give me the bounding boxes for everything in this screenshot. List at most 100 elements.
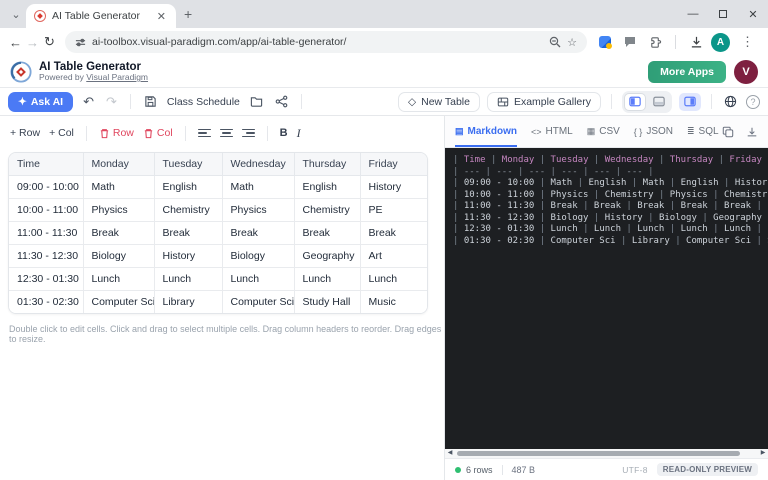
undo-icon[interactable]: ↶ bbox=[81, 94, 96, 110]
more-apps-button[interactable]: More Apps bbox=[648, 61, 726, 83]
copy-icon[interactable] bbox=[722, 126, 734, 138]
table-cell[interactable]: Physics bbox=[222, 199, 294, 222]
save-icon[interactable] bbox=[142, 95, 159, 108]
add-row-button[interactable]: + Row bbox=[10, 127, 40, 139]
table-cell[interactable]: Art bbox=[360, 245, 428, 268]
split-vertical-icon[interactable] bbox=[624, 93, 646, 111]
table-cell[interactable]: Break bbox=[83, 222, 154, 245]
window-minimize-icon[interactable]: — bbox=[678, 3, 708, 25]
table-cell[interactable]: History bbox=[360, 176, 428, 199]
ask-ai-button[interactable]: ✦ Ask AI bbox=[8, 92, 73, 112]
scrollbar-track[interactable] bbox=[455, 449, 758, 458]
table-cell[interactable]: Break bbox=[294, 222, 360, 245]
example-gallery-button[interactable]: Example Gallery bbox=[487, 92, 601, 112]
language-globe-icon[interactable] bbox=[722, 95, 739, 108]
user-avatar[interactable]: V bbox=[734, 60, 758, 84]
tab-html[interactable]: <>HTML bbox=[531, 116, 573, 147]
table-cell[interactable]: Computer Sci bbox=[222, 291, 294, 314]
column-header[interactable]: Monday bbox=[83, 153, 154, 176]
share-icon[interactable] bbox=[273, 95, 290, 108]
align-right-icon[interactable] bbox=[242, 129, 255, 138]
table-cell[interactable]: Biology bbox=[222, 245, 294, 268]
window-close-icon[interactable]: ✕ bbox=[738, 3, 768, 25]
new-tab-button[interactable]: + bbox=[184, 6, 192, 22]
document-name[interactable]: Class Schedule bbox=[167, 96, 240, 108]
table-cell[interactable]: Geography bbox=[294, 245, 360, 268]
back-icon[interactable]: ← bbox=[8, 31, 23, 53]
column-header[interactable]: Thursday bbox=[294, 153, 360, 176]
tab-markdown[interactable]: ▤Markdown bbox=[455, 116, 517, 147]
add-col-button[interactable]: + Col bbox=[49, 127, 74, 139]
tab-csv[interactable]: ▦CSV bbox=[587, 116, 620, 147]
table-cell[interactable]: Math bbox=[83, 176, 154, 199]
tab-close-icon[interactable]: ✕ bbox=[155, 10, 168, 23]
table-cell[interactable]: Music bbox=[360, 291, 428, 314]
browser-tab[interactable]: AI Table Generator ✕ bbox=[26, 4, 176, 28]
help-icon[interactable]: ? bbox=[746, 95, 760, 109]
table-cell[interactable]: Library bbox=[154, 291, 222, 314]
comment-extension-icon[interactable] bbox=[620, 32, 640, 52]
zoom-out-icon[interactable] bbox=[549, 36, 561, 48]
scroll-left-icon[interactable]: ◀ bbox=[445, 449, 455, 458]
reload-icon[interactable]: ↻ bbox=[42, 31, 57, 53]
bold-button[interactable]: B bbox=[280, 127, 288, 139]
tab-sql[interactable]: ≣SQL bbox=[687, 116, 719, 147]
table-cell[interactable]: Biology bbox=[83, 245, 154, 268]
table-cell[interactable]: 12:30 - 01:30 bbox=[9, 268, 83, 291]
table-cell[interactable]: English bbox=[154, 176, 222, 199]
table-cell[interactable]: Break bbox=[360, 222, 428, 245]
panel-right-icon[interactable] bbox=[679, 93, 701, 111]
open-folder-icon[interactable] bbox=[248, 95, 265, 108]
chrome-menu-icon[interactable]: ⋮ bbox=[735, 34, 760, 50]
table-cell[interactable]: Physics bbox=[83, 199, 154, 222]
delete-row-button[interactable]: Row bbox=[99, 127, 134, 139]
extensions-puzzle-icon[interactable] bbox=[645, 32, 665, 52]
table-cell[interactable]: Lunch bbox=[154, 268, 222, 291]
visual-paradigm-link[interactable]: Visual Paradigm bbox=[86, 72, 148, 82]
redo-icon[interactable]: ↷ bbox=[104, 94, 119, 110]
table-cell[interactable]: Break bbox=[222, 222, 294, 245]
table-cell[interactable]: Chemistry bbox=[294, 199, 360, 222]
column-header[interactable]: Tuesday bbox=[154, 153, 222, 176]
table-cell[interactable]: 11:30 - 12:30 bbox=[9, 245, 83, 268]
download-icon[interactable] bbox=[746, 126, 758, 138]
align-left-icon[interactable] bbox=[198, 129, 211, 138]
italic-button[interactable]: I bbox=[297, 126, 301, 141]
table-cell[interactable]: Lunch bbox=[294, 268, 360, 291]
drive-extension-icon[interactable] bbox=[595, 32, 615, 52]
delete-col-button[interactable]: Col bbox=[143, 127, 173, 139]
column-header[interactable]: Time bbox=[9, 153, 83, 176]
table-cell[interactable]: Lunch bbox=[222, 268, 294, 291]
bookmark-star-icon[interactable]: ☆ bbox=[567, 36, 577, 49]
table-cell[interactable]: 09:00 - 10:00 bbox=[9, 176, 83, 199]
table-cell[interactable]: 10:00 - 11:00 bbox=[9, 199, 83, 222]
forward-icon[interactable]: → bbox=[25, 31, 40, 53]
table-cell[interactable]: Math bbox=[222, 176, 294, 199]
split-horizontal-icon[interactable] bbox=[648, 93, 670, 111]
new-table-button[interactable]: ◇ New Table bbox=[398, 92, 480, 112]
table-cell[interactable]: 11:00 - 11:30 bbox=[9, 222, 83, 245]
table-cell[interactable]: Computer Sci bbox=[83, 291, 154, 314]
tab-search-chevron-icon[interactable]: ⌄ bbox=[6, 4, 26, 24]
downloads-icon[interactable] bbox=[686, 32, 706, 52]
column-header[interactable]: Friday bbox=[360, 153, 428, 176]
table-cell[interactable]: History bbox=[154, 245, 222, 268]
site-settings-icon[interactable] bbox=[75, 37, 86, 48]
align-center-icon[interactable] bbox=[220, 129, 233, 138]
table-cell[interactable]: English bbox=[294, 176, 360, 199]
address-bar[interactable]: ai-toolbox.visual-paradigm.com/app/ai-ta… bbox=[65, 31, 587, 53]
table-cell[interactable]: Lunch bbox=[360, 268, 428, 291]
column-header[interactable]: Wednesday bbox=[222, 153, 294, 176]
table-cell[interactable]: 01:30 - 02:30 bbox=[9, 291, 83, 314]
scroll-right-icon[interactable]: ▶ bbox=[758, 449, 768, 458]
table-cell[interactable]: Break bbox=[154, 222, 222, 245]
code-preview[interactable]: | Time | Monday | Tuesday | Wednesday | … bbox=[445, 148, 768, 449]
window-maximize-icon[interactable] bbox=[708, 3, 738, 25]
table-cell[interactable]: Study Hall bbox=[294, 291, 360, 314]
table-cell[interactable]: Lunch bbox=[83, 268, 154, 291]
tab-json[interactable]: { }JSON bbox=[634, 116, 673, 147]
chrome-profile-avatar[interactable]: A bbox=[711, 33, 730, 52]
table-cell[interactable]: Chemistry bbox=[154, 199, 222, 222]
scrollbar-thumb[interactable] bbox=[457, 451, 740, 456]
table-cell[interactable]: PE bbox=[360, 199, 428, 222]
